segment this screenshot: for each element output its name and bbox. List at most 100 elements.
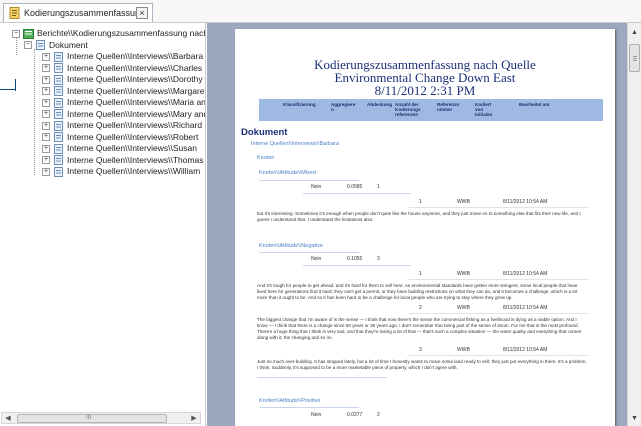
divider [303,193,411,194]
column-header: Anzahl der Kodierungs referenzen [395,102,421,117]
expand-expander[interactable]: + [42,52,50,61]
divider [409,207,589,208]
coder-initials: WWB [457,347,470,353]
tab-kodierungszusammenfassung[interactable]: Kodierungszusammenfassung × [3,3,153,22]
tree-node-label: Dokument [49,39,88,50]
scroll-down-icon[interactable]: ▼ [628,412,641,424]
report-tree: − Berichte\\Kodierungszusammenfassung na… [12,28,206,178]
edited-date: 8/11/2012 10:54 AM [503,199,548,205]
tree-item-source[interactable]: + Interne Quellen\\Interviews\\Robert [12,132,205,144]
aggregated-value: Nein [311,256,322,262]
collapse-expander[interactable]: − [24,41,32,50]
expand-expander[interactable]: + [42,144,50,153]
tree-item-source[interactable]: + Interne Quellen\\Interviews\\Barbara [12,51,205,63]
divider [259,252,359,253]
column-header: Klassifizierung [283,102,316,107]
expand-expander[interactable]: + [42,64,50,73]
coder-initials: WWB [457,305,470,311]
reference-number: 1 [419,271,422,277]
expand-expander[interactable]: + [42,75,50,84]
source-link[interactable]: Interne Quellen\\Interviews\\Barbara [251,141,339,147]
tree-item-source[interactable]: + Interne Quellen\\Interviews\\Dorothy [12,74,205,86]
viewer-vertical-scrollbar[interactable]: ▲ ▼ [627,23,641,426]
column-header: Aggregiere n [331,102,356,112]
reference-count: 3 [377,256,380,262]
report-outline-pane: − Berichte\\Kodierungszusammenfassung na… [0,23,206,426]
coded-text: Just so much over-building. It has stopp… [257,359,587,370]
reference-count: 1 [377,184,380,190]
tree-node-dokument[interactable]: − Dokument [12,39,205,52]
document-source-icon [53,132,64,143]
tree-item-source[interactable]: + Interne Quellen\\Interviews\\Charles [12,62,205,75]
edited-date: 8/11/2012 10:54 AM [503,347,548,353]
document-source-icon [53,86,64,97]
node-heading[interactable]: Knoten\\Attitude\\Mixed [259,170,316,176]
tree-horizontal-scrollbar[interactable]: ◀ III ▶ [1,412,201,424]
coded-text: The biggest change that I'm aware of is … [257,317,582,340]
expand-expander[interactable]: + [42,87,50,96]
tree-item-source[interactable]: + Interne Quellen\\Interviews\\Richard a… [12,120,205,132]
coder-initials: WWB [457,199,470,205]
node-heading[interactable]: Knoten\\Attitude\\Negative [259,243,323,249]
tree-item-label: Interne Quellen\\Interviews\\Charles [67,62,203,73]
document-source-icon [53,120,64,131]
divider [257,377,387,378]
scroll-up-icon[interactable]: ▲ [628,26,641,38]
node-heading[interactable]: Knoten\\Attitude\\Positive [259,398,320,404]
document-source-icon [53,166,64,177]
tree-scroll-thumb[interactable]: III [17,414,167,423]
report-viewer: Kodierungszusammenfassung nach Quelle En… [207,23,627,426]
tree-item-source[interactable]: + Interne Quellen\\Interviews\\William [12,166,205,178]
coverage-value: 0.0277 [347,412,363,418]
expand-expander[interactable]: + [42,156,50,165]
collapse-expander[interactable]: − [12,29,20,38]
reference-count: 2 [377,412,380,418]
document-source-icon [53,63,64,74]
report-icon [8,7,20,19]
document-source-icon [53,143,64,154]
tree-item-label: Interne Quellen\\Interviews\\Dorothy [67,74,203,84]
coded-text: And it's tough for people to get ahead, … [257,283,578,300]
tree-item-source[interactable]: + Interne Quellen\\Interviews\\Mary and [12,109,205,121]
reference-number: 2 [419,305,422,311]
column-header: Abdeckung [367,102,393,107]
report-title: Kodierungszusammenfassung nach Quelle En… [235,58,615,97]
tree-item-source[interactable]: + Interne Quellen\\Interviews\\Thomas [12,154,205,167]
divider [259,180,359,181]
viewer-scroll-thumb[interactable] [629,44,640,72]
tree-item-label: Interne Quellen\\Interviews\\Thomas [67,154,204,165]
node-label: Knoten [257,155,275,161]
divider [409,313,589,314]
column-header-bar: Klassifizierung Aggregiere n Abdeckung A… [259,99,603,121]
expand-expander[interactable]: + [42,167,50,176]
close-tab-button[interactable]: × [136,7,148,19]
tree-item-label: Interne Quellen\\Interviews\\Susan [67,143,197,153]
tree-item-source[interactable]: + Interne Quellen\\Interviews\\Maria and [12,97,206,109]
divider [409,355,589,356]
scroll-right-icon[interactable]: ▶ [188,413,200,423]
grip-line [633,58,637,59]
tree-item-label: Interne Quellen\\Interviews\\William [67,166,201,176]
tree-item-source[interactable]: + Interne Quellen\\Interviews\\Margaret [12,86,205,98]
expand-expander[interactable]: + [42,110,50,119]
document-source-icon [53,155,64,166]
report-date-line: 8/11/2012 2:31 PM [374,83,476,98]
grip-line [633,56,637,57]
expand-expander[interactable]: + [42,98,50,107]
report-book-icon [23,28,34,39]
coded-text: but it's interesting. Sometimes it's eno… [257,211,581,222]
tree-node-root[interactable]: − Berichte\\Kodierungszusammenfassung na… [12,28,206,40]
close-icon: × [139,8,145,18]
divider [303,265,411,266]
document-tab-bar: Kodierungszusammenfassung × [0,0,641,23]
tree-item-source[interactable]: + Interne Quellen\\Interviews\\Susan [12,143,205,155]
reference-number: 3 [419,347,422,353]
tree-item-label: Interne Quellen\\Interviews\\Barbara [67,51,204,61]
section-heading-dokument: Dokument [241,127,288,138]
document-folder-icon [35,40,46,51]
tree-item-label: Interne Quellen\\Interviews\\Maria and [67,97,206,107]
tree-node-label: Berichte\\Kodierungszusammenfassung nach… [37,28,206,38]
expand-expander[interactable]: + [42,121,50,130]
expand-expander[interactable]: + [42,133,50,142]
scroll-left-icon[interactable]: ◀ [2,413,14,423]
